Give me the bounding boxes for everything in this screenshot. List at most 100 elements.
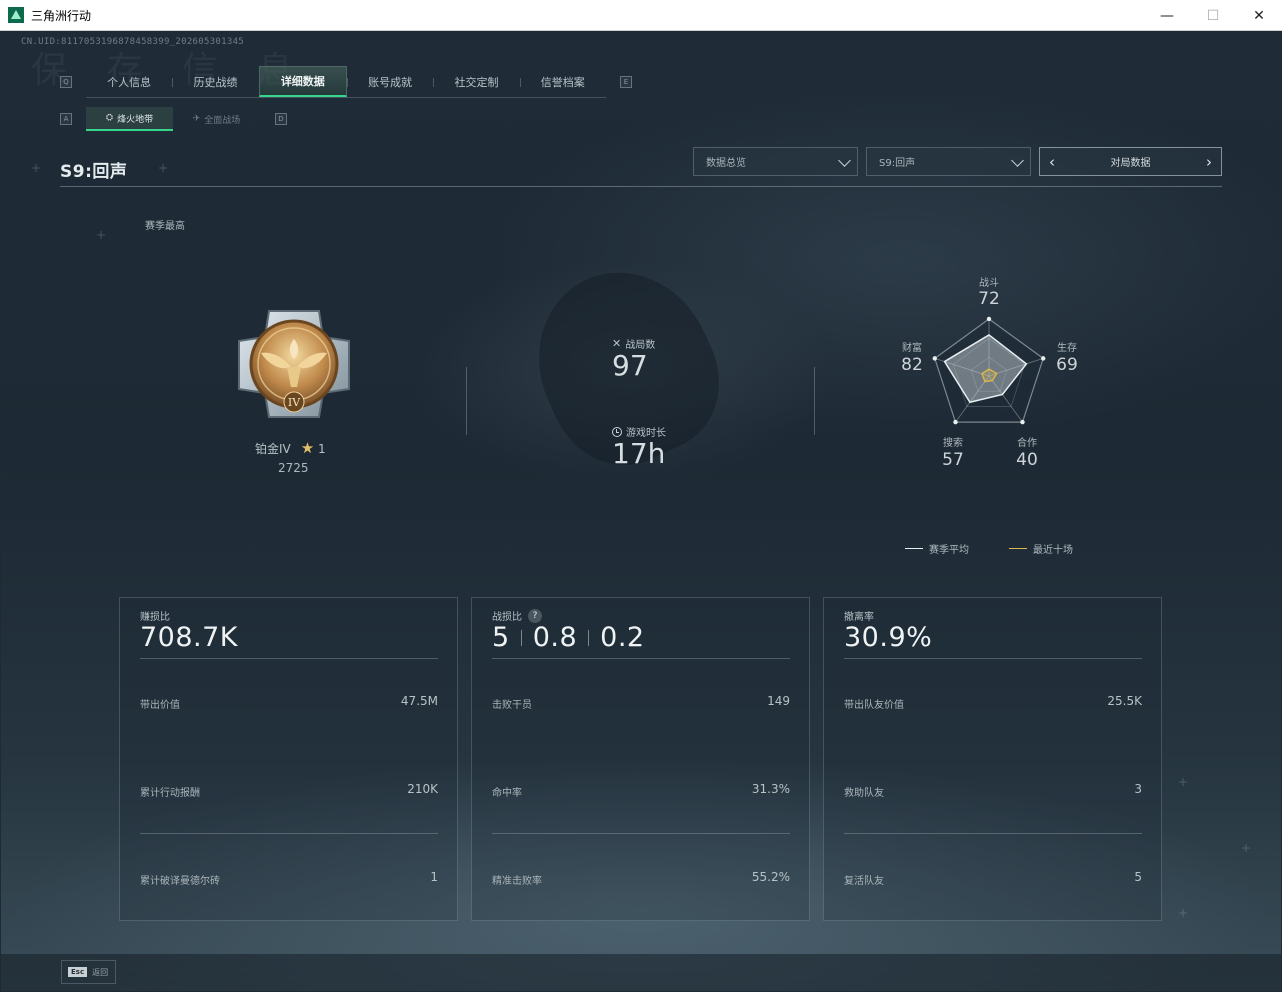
tab-social-custom[interactable]: 社交定制 <box>433 66 519 97</box>
game-viewport: 保 存 信 息 + + + + + + CN.UID:8117053196878… <box>1 31 1281 991</box>
sub-tab-bar: ⛭ 烽火地带 ✈ 全面战场 <box>86 107 260 131</box>
row-label: 累计行动报酬 <box>140 788 200 799</box>
decor-plus-icon: + <box>1241 841 1252 855</box>
row-value: 31.3% <box>751 782 790 796</box>
mode-icon: ⛭ <box>105 113 114 123</box>
kd-value-part: 0.8 <box>532 622 578 653</box>
esc-key-hint: Esc <box>68 967 88 977</box>
row-label: 精准击败率 <box>492 876 542 887</box>
maximize-button[interactable]: ☐ <box>1190 0 1236 31</box>
season-best-label: 赛季最高 <box>145 221 185 232</box>
star-icon: ★ <box>300 439 315 457</box>
user-uid: CN.UID:8117053196878458399_202605301345 <box>21 37 245 47</box>
card-main-value: 708.7K <box>140 622 239 653</box>
season-dropdown[interactable]: S9:回声 <box>866 147 1031 176</box>
subtab-label: 全面战场 <box>204 115 241 126</box>
rank-name: 铂金IV <box>255 441 291 456</box>
subtab-next-key-hint: D <box>275 113 287 125</box>
decor-plus-icon: + <box>31 161 42 175</box>
stat-card-profit: 赚损比 708.7K 带出价值 47.5M 累计行动报酬 210K 累计破译曼德… <box>119 597 458 921</box>
help-icon[interactable]: ? <box>528 608 542 623</box>
games-value: 97 <box>612 349 648 382</box>
card-divider <box>492 658 790 659</box>
radar-axis-value: 72 <box>978 289 1000 309</box>
tab-detailed-data[interactable]: 详细数据 <box>258 66 347 97</box>
row-value: 1 <box>430 870 438 884</box>
tab-match-history[interactable]: 历史战绩 <box>172 66 258 97</box>
decor-plus-icon: + <box>1178 906 1189 920</box>
clock-icon <box>612 426 622 437</box>
app-logo-icon <box>8 7 24 23</box>
header-divider <box>60 186 1222 187</box>
chevron-down-icon <box>1011 154 1024 167</box>
decor-plus-icon: + <box>1178 775 1189 789</box>
subtab-hazard-zone[interactable]: ⛭ 烽火地带 <box>86 107 173 131</box>
card-main-value: 30.9% <box>844 622 933 653</box>
tab-personal-info[interactable]: 个人信息 <box>86 66 172 97</box>
match-data-pager: ‹ 对局数据 › <box>1039 147 1222 176</box>
radar-axis-label: 财富 <box>902 343 922 354</box>
tab-achievements[interactable]: 账号成就 <box>346 66 433 97</box>
radar-axis-value: 82 <box>901 355 923 375</box>
row-label: 复活队友 <box>844 876 884 887</box>
card-main-value: 5 0.8 0.2 <box>492 622 645 653</box>
radar-axis-label: 合作 <box>1017 438 1037 449</box>
row-label: 累计破译曼德尔砖 <box>140 876 220 887</box>
close-button[interactable]: ✕ <box>1236 0 1282 31</box>
card-divider <box>492 833 790 834</box>
radar-axis-value: 69 <box>1056 355 1078 375</box>
minimize-button[interactable]: — <box>1144 0 1190 31</box>
section-divider <box>466 367 467 435</box>
dropdown-value: S9:回声 <box>879 158 916 169</box>
overview-dropdown[interactable]: 数据总览 <box>693 147 858 176</box>
rank-tier-numeral: IV <box>288 396 301 409</box>
window-title: 三角洲行动 <box>31 8 92 23</box>
ability-radar: 战斗 72 生存 69 合作 40 搜索 57 财富 82 <box>881 271 1101 481</box>
dropdown-value: 数据总览 <box>706 158 746 169</box>
plane-icon: ✈ <box>192 114 201 124</box>
kd-value-part: 0.2 <box>600 622 645 653</box>
rank-score: 2725 <box>278 461 309 475</box>
row-label: 带出价值 <box>140 700 180 711</box>
row-label: 命中率 <box>492 788 522 799</box>
row-value: 149 <box>767 694 790 708</box>
radar-axis-label: 战斗 <box>979 278 999 289</box>
legend-season-avg: 赛季平均 <box>905 541 969 556</box>
radar-axis-value: 40 <box>1016 450 1038 470</box>
subtab-full-battlefield[interactable]: ✈ 全面战场 <box>173 107 260 131</box>
radar-axis-value: 57 <box>942 450 964 470</box>
row-value: 55.2% <box>751 870 790 884</box>
card-divider <box>844 658 1142 659</box>
back-button[interactable]: Esc 返回 <box>61 960 116 984</box>
chevron-down-icon <box>838 154 851 167</box>
radar-vertex-dot <box>932 356 937 361</box>
radar-vertex-dot <box>1041 356 1046 361</box>
radar-vertex-dot <box>1020 419 1025 425</box>
rank-name-row: 铂金IV ★ 1 <box>255 439 326 457</box>
row-value: 47.5M <box>400 694 438 708</box>
value-separator <box>588 629 590 646</box>
row-label: 击败干员 <box>492 700 532 711</box>
window-controls: — ☐ ✕ <box>1144 0 1282 31</box>
row-label: 救助队友 <box>844 788 884 799</box>
chevron-left-icon[interactable]: ‹ <box>1044 154 1060 170</box>
legend-swatch <box>905 547 923 550</box>
radar-axis-label: 生存 <box>1057 343 1077 354</box>
legend-label: 最近十场 <box>1033 545 1073 556</box>
row-value: 210K <box>407 782 438 796</box>
section-divider <box>814 367 815 435</box>
stat-card-extraction: 撤离率 30.9% 带出队友价值 25.5K 救助队友 3 复活队友 5 <box>823 597 1162 921</box>
legend-recent: 最近十场 <box>1009 541 1073 556</box>
time-value: 17h <box>612 437 666 470</box>
radar-vertex-dot <box>986 316 992 322</box>
chevron-right-icon[interactable]: › <box>1201 154 1217 170</box>
row-value: 25.5K <box>1107 694 1142 708</box>
rank-star-count: 1 <box>318 442 326 456</box>
card-divider <box>844 833 1142 834</box>
tab-prev-key-hint: Q <box>60 76 72 88</box>
legend-label: 赛季平均 <box>929 545 969 556</box>
window-titlebar: 三角洲行动 — ☐ ✕ <box>0 0 1282 31</box>
tab-credit-record[interactable]: 信誉档案 <box>519 66 606 97</box>
row-value: 3 <box>1134 782 1142 796</box>
stat-card-kd: 战损比 ? 5 0.8 0.2 击败干员 149 命中率 31.3% 精准击败率… <box>471 597 810 921</box>
